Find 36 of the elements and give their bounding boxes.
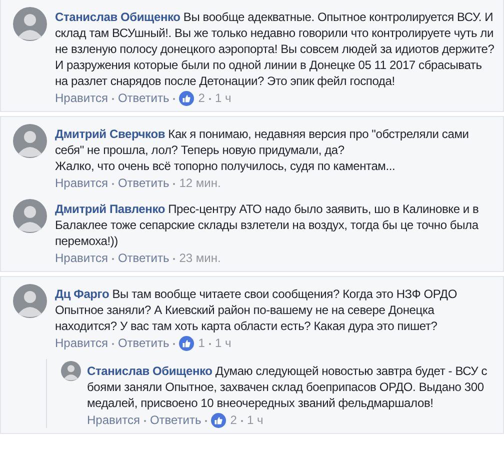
author-link[interactable]: Станислав Обищенко xyxy=(87,364,212,378)
comment-text: Станислав Обищенко Вы вообще адекватные. Опытное контролируется ВСУ. И склад там ВСУшный!. Вы же только недавно говорили что контролируете чуть ли не взленую полосу донецкого аэропорта! Вы совсем людей за идиотов держите? И разружения которые были по одной линии в Донецке 05 11 2017 сбрасывать на разлет снарядов после Детонации? Это эпик фейл господа! xyxy=(55,9,495,89)
comment-time: 23 мин. xyxy=(179,251,221,266)
avatar xyxy=(13,199,47,233)
like-count[interactable]: 2 xyxy=(198,91,205,106)
comment-text: Дмитрий Сверчков Как я понимаю, недавняя версия про "обстреляли сами себя" не прошла, лол? Теперь новую придумали, да? Жалко, что очень всё топорно получилось, судя по каментам... xyxy=(55,126,470,174)
like-link[interactable]: Нравится xyxy=(55,176,108,191)
avatar xyxy=(13,124,47,158)
like-link[interactable]: Нравится xyxy=(55,251,108,266)
reply-link[interactable]: Ответить xyxy=(118,176,170,191)
like-count[interactable]: 2 xyxy=(230,413,237,428)
comment-time: 12 мин. xyxy=(179,176,221,191)
like-link[interactable]: Нравится xyxy=(55,336,108,351)
author-link[interactable]: Дц Фарго xyxy=(55,287,110,301)
comment-time: 1 ч xyxy=(246,413,264,428)
comment-text: Дмитрий Павленко Прес-центру АТО надо было заявить, шо в Калиновке и в Балаклее тоже сепарские склады взлетели на воздух, тогда бы це точно была перемоха!)) xyxy=(55,201,480,249)
like-icon xyxy=(179,336,194,351)
comment-text: Станислав Обищенко Думаю следующей новостью завтра будет - ВСУ с боями заняли Опытное, захвачен склад боеприпасов ОРДО. Выдано 300 медалей, присвоено 10 внеочередных званий фельдмаршалов! xyxy=(87,363,488,411)
like-link[interactable]: Нравится xyxy=(87,413,140,428)
author-link[interactable]: Станислав Обищенко xyxy=(55,10,180,24)
reply-link[interactable]: Ответить xyxy=(118,251,170,266)
reply-link[interactable]: Ответить xyxy=(118,336,170,351)
reply-link[interactable]: Ответить xyxy=(118,91,170,106)
avatar xyxy=(13,7,47,41)
avatar xyxy=(61,361,81,381)
comment-time: 1 ч xyxy=(214,336,232,351)
reply-link[interactable]: Ответить xyxy=(150,413,202,428)
like-icon xyxy=(179,91,194,106)
comment-text: Дц Фарго Вы там вообще читаете свои сообщения? Когда это НЗФ ОРДО Опытное заняли? А Киевский район по-вашему не на севере Донецка находится? У вас там хоть карта области есть? Какая дура это пишет? xyxy=(55,286,458,334)
like-count[interactable]: 1 xyxy=(198,336,205,351)
like-link[interactable]: Нравится xyxy=(55,91,108,106)
avatar xyxy=(13,284,47,318)
author-link[interactable]: Дмитрий Сверчков xyxy=(55,127,166,141)
like-icon xyxy=(211,413,226,428)
comment-time: 1 ч xyxy=(214,91,232,106)
author-link[interactable]: Дмитрий Павленко xyxy=(55,202,165,216)
